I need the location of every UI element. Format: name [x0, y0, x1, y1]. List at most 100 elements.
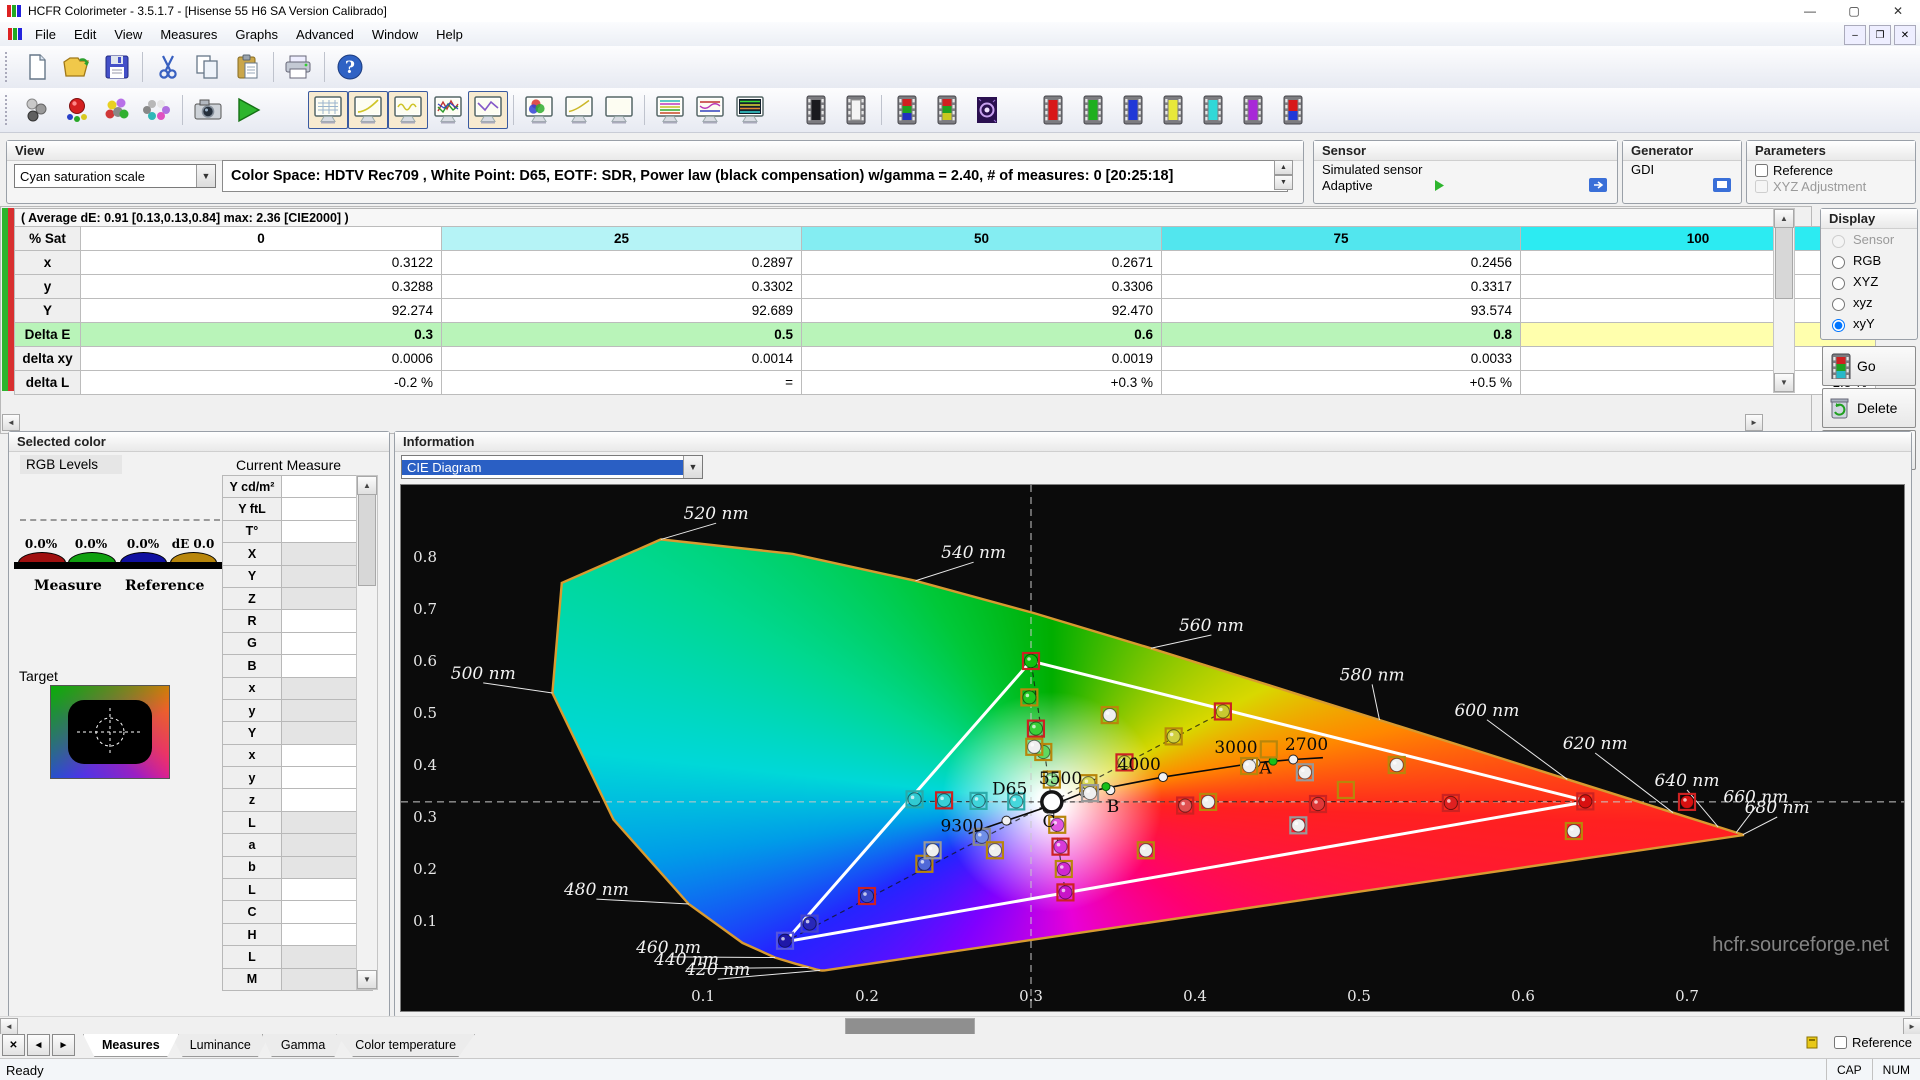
copy-button[interactable]	[188, 48, 228, 86]
scroll-left-icon[interactable]: ◄	[0, 1018, 18, 1035]
display-option-xyy[interactable]: xyY	[1821, 313, 1917, 334]
paste-button[interactable]	[228, 48, 268, 86]
cell-value[interactable]: +0.5 %	[1162, 371, 1521, 395]
menu-item-advanced[interactable]: Advanced	[287, 24, 363, 45]
save-button[interactable]	[97, 48, 137, 86]
col-header-75[interactable]: 75	[1162, 227, 1521, 251]
scroll-right-icon[interactable]: ►	[1903, 1018, 1920, 1035]
row-label[interactable]: x	[15, 251, 81, 275]
cell-value[interactable]: 0.0014	[442, 347, 802, 371]
display-option-rgb[interactable]: RGB	[1821, 250, 1917, 271]
current-measure-scrollbar[interactable]: ▲ ▼	[356, 475, 378, 990]
cell-value[interactable]: 0.2456	[1162, 251, 1521, 275]
cell-value[interactable]: 0.3306	[802, 275, 1162, 299]
run-measures-button[interactable]	[228, 91, 268, 129]
reference-checkbox[interactable]	[1755, 164, 1768, 177]
pattern-red-button[interactable]	[1033, 91, 1073, 129]
scroll-up-icon[interactable]: ▲	[357, 476, 377, 495]
chevron-down-icon[interactable]: ▼	[196, 165, 215, 187]
close-button[interactable]: ✕	[1876, 0, 1920, 22]
cell-value[interactable]: 0.5	[442, 323, 802, 347]
radio-xyy[interactable]	[1832, 319, 1845, 332]
cell-value[interactable]: 0.3317	[1162, 275, 1521, 299]
menu-item-file[interactable]: File	[26, 24, 65, 45]
measure-colors-button[interactable]	[97, 91, 137, 129]
cell-value[interactable]: =	[442, 371, 802, 395]
cell-value[interactable]: 92.689	[442, 299, 802, 323]
print-button[interactable]	[279, 48, 319, 86]
spinner-up-icon[interactable]: ▲	[1274, 160, 1293, 175]
radio-rgb[interactable]	[1832, 256, 1845, 269]
spinner-down-icon[interactable]: ▼	[1274, 175, 1293, 190]
display-option-xyz[interactable]: xyz	[1821, 292, 1917, 313]
mdi-close-button[interactable]: ✕	[1894, 25, 1916, 45]
scroll-down-icon[interactable]: ▼	[1774, 373, 1794, 392]
pattern-secondary-red-button[interactable]	[1273, 91, 1313, 129]
cell-value[interactable]: +0.3 %	[802, 371, 1162, 395]
radio-xyz[interactable]	[1832, 298, 1845, 311]
continuous-measure-button[interactable]	[137, 91, 177, 129]
tab-gamma[interactable]: Gamma	[262, 1034, 344, 1057]
information-view-dropdown[interactable]: CIE Diagram ▼	[401, 455, 703, 479]
delete-button[interactable]: Delete	[1822, 388, 1916, 428]
pattern-black-button[interactable]	[796, 91, 836, 129]
menu-item-window[interactable]: Window	[363, 24, 427, 45]
tab-luminance[interactable]: Luminance	[171, 1034, 270, 1057]
scroll-thumb[interactable]	[358, 494, 376, 586]
help-button[interactable]: ?	[330, 48, 370, 86]
pattern-grayscale-button[interactable]	[887, 91, 927, 129]
graph-color-temp-button[interactable]	[468, 91, 508, 129]
measures-vscrollbar[interactable]: ▲ ▼	[1773, 208, 1795, 393]
cie-diagram[interactable]: 520 nm540 nm560 nm580 nm600 nm620 nm640 …	[400, 484, 1905, 1012]
graph-rgb-levels-button[interactable]	[428, 91, 468, 129]
pattern-cyan-button[interactable]	[1193, 91, 1233, 129]
radio-xyz[interactable]	[1832, 277, 1845, 290]
graph-cie-button[interactable]	[519, 91, 559, 129]
menu-item-view[interactable]: View	[105, 24, 151, 45]
cell-value[interactable]: 0.3288	[81, 275, 442, 299]
scroll-down-icon[interactable]: ▼	[357, 970, 377, 989]
scroll-right-icon[interactable]: ►	[1745, 414, 1763, 431]
scroll-left-icon[interactable]: ◄	[2, 414, 20, 431]
close-tab-icon[interactable]: ✕	[2, 1034, 25, 1056]
sensor-settings-icon[interactable]	[1589, 178, 1609, 193]
cell-value[interactable]: 0.8	[1162, 323, 1521, 347]
graph-blank-button[interactable]	[599, 91, 639, 129]
row-label[interactable]: Delta E	[15, 323, 81, 347]
display-option-xyz[interactable]: XYZ	[1821, 271, 1917, 292]
cell-value[interactable]: 92.274	[81, 299, 442, 323]
pattern-green-button[interactable]	[1073, 91, 1113, 129]
graph-secondary-button[interactable]	[559, 91, 599, 129]
target-color-box[interactable]	[50, 685, 170, 779]
cell-value[interactable]: 0.0033	[1162, 347, 1521, 371]
col-header-25[interactable]: 25	[442, 227, 802, 251]
pattern-yellow-button[interactable]	[1153, 91, 1193, 129]
cell-value[interactable]: 0.2671	[802, 251, 1162, 275]
tab-next-icon[interactable]: ►	[52, 1034, 75, 1056]
pattern-white-button[interactable]	[836, 91, 876, 129]
scroll-thumb[interactable]	[1775, 227, 1793, 299]
open-button[interactable]	[57, 48, 97, 86]
row-label[interactable]: delta L	[15, 371, 81, 395]
maximize-button[interactable]: ▢	[1832, 0, 1876, 22]
graph-saturation-button[interactable]	[650, 91, 690, 129]
display-option-sensor[interactable]: Sensor	[1821, 229, 1917, 250]
cell-value[interactable]: 0.3122	[81, 251, 442, 275]
mdi-minimize-button[interactable]: –	[1844, 25, 1866, 45]
menu-item-help[interactable]: Help	[427, 24, 472, 45]
cell-value[interactable]: 0.2897	[442, 251, 802, 275]
snapshot-button[interactable]	[188, 91, 228, 129]
cell-value[interactable]: 92.470	[802, 299, 1162, 323]
pattern-magenta-button[interactable]	[1233, 91, 1273, 129]
go-button[interactable]: 0">Go	[1822, 346, 1916, 386]
graph-measures-button[interactable]	[308, 91, 348, 129]
cell-value[interactable]: 0.0006	[81, 347, 442, 371]
row-label[interactable]: y	[15, 275, 81, 299]
cut-button[interactable]	[148, 48, 188, 86]
graph-gamma-button[interactable]	[348, 91, 388, 129]
tab-measures[interactable]: Measures	[83, 1034, 179, 1057]
cell-value[interactable]: -0.2 %	[81, 371, 442, 395]
scroll-thumb[interactable]	[845, 1018, 975, 1035]
row-label[interactable]: Y	[15, 299, 81, 323]
row-label[interactable]: delta xy	[15, 347, 81, 371]
